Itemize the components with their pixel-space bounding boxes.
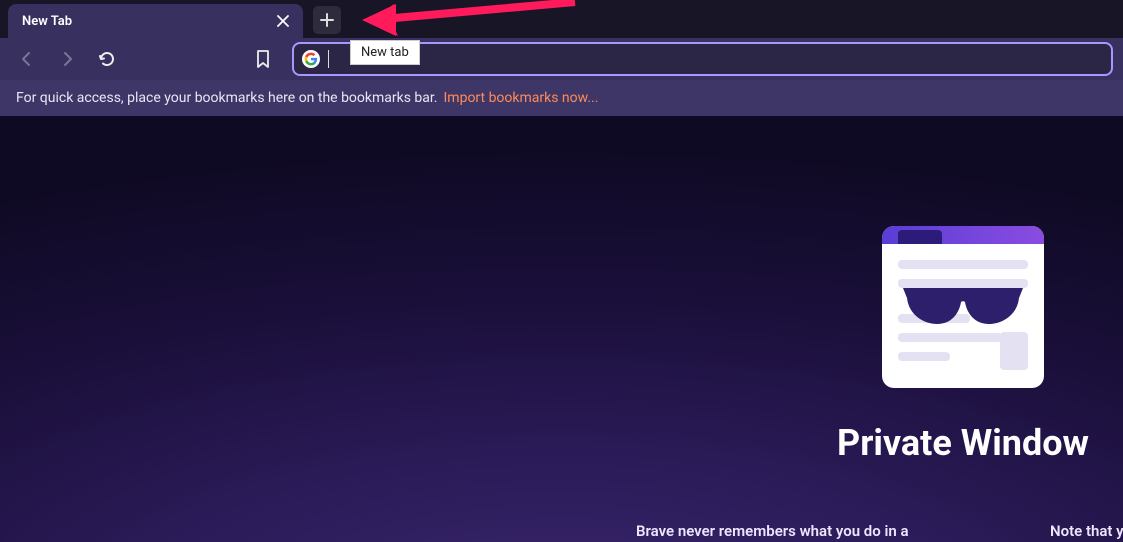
toolbar: [0, 38, 1123, 80]
private-window-subtext-2: Note that yo: [1050, 522, 1123, 540]
sunglasses-icon: [898, 280, 1028, 330]
google-search-icon: [302, 50, 320, 68]
bookmark-bar: For quick access, place your bookmarks h…: [0, 80, 1123, 116]
bookmark-icon: [255, 50, 271, 68]
reload-icon: [98, 50, 116, 68]
reload-button[interactable]: [90, 42, 124, 76]
private-window-heading: Private Window: [793, 422, 1123, 464]
close-tab-button[interactable]: [273, 11, 293, 31]
import-bookmarks-link[interactable]: Import bookmarks now...: [444, 90, 599, 106]
back-button[interactable]: [10, 42, 44, 76]
forward-arrow-icon: [59, 51, 75, 67]
tab-active[interactable]: New Tab: [8, 4, 303, 38]
private-window-card: Private Window: [793, 226, 1123, 464]
address-input[interactable]: [329, 51, 1103, 67]
new-tab-button[interactable]: [313, 6, 341, 34]
tab-strip: New Tab: [0, 0, 1123, 38]
close-icon: [277, 15, 289, 27]
private-window-subtext-1: Brave never remembers what you do in a: [636, 522, 909, 540]
plus-icon: [320, 13, 334, 27]
bookmark-button[interactable]: [246, 42, 280, 76]
content-area: Private Window Brave never remembers wha…: [0, 116, 1123, 542]
private-window-illustration: [882, 226, 1044, 388]
back-arrow-icon: [19, 51, 35, 67]
new-tab-tooltip: New tab: [350, 40, 420, 65]
bookmark-hint: For quick access, place your bookmarks h…: [16, 90, 438, 106]
forward-button[interactable]: [50, 42, 84, 76]
tab-title: New Tab: [22, 14, 72, 29]
